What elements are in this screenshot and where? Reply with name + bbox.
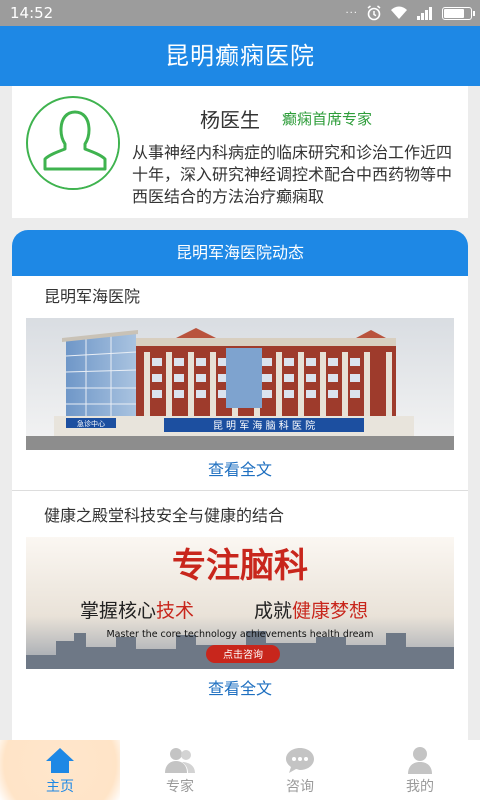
home-icon xyxy=(46,748,74,773)
tab-home-label: 主页 xyxy=(46,779,74,795)
doctor-avatar-icon xyxy=(26,96,120,190)
status-bar: 14:52 ··· xyxy=(0,0,480,26)
banner-english: Master the core technology achievements … xyxy=(106,629,373,640)
tab-profile-label: 我的 xyxy=(406,779,434,795)
read-more-link[interactable]: 查看全文 xyxy=(12,450,468,490)
status-time: 14:52 xyxy=(10,4,54,22)
doctor-card[interactable]: 杨医生 癫痫首席专家 从事神经内科病症的临床研究和诊治工作近四十年，深入研究神经… xyxy=(12,86,468,218)
alarm-icon xyxy=(367,5,381,21)
battery-icon xyxy=(442,6,475,20)
news-panel: 昆明军海医院动态 昆明军海医院 昆 明 军 海 脑 科 医 院 急诊中心 查看全… xyxy=(12,230,468,740)
tab-experts-label: 专家 xyxy=(166,779,194,795)
tab-consult-label: 咨询 xyxy=(286,779,314,795)
tab-consult[interactable]: 咨询 xyxy=(240,740,360,800)
news-item-title[interactable]: 健康之殿堂科技安全与健康的结合 xyxy=(12,495,468,537)
news-item[interactable]: 昆明军海医院 昆 明 军 海 脑 科 医 院 急诊中心 查看全文 xyxy=(12,276,468,490)
bottom-tab-bar: 主页 专家 咨询 我的 xyxy=(0,740,480,800)
divider xyxy=(12,490,468,491)
wifi-icon xyxy=(391,6,407,19)
status-icons: ··· xyxy=(345,5,475,21)
doctor-name: 杨医生 xyxy=(200,108,260,132)
page-title: 昆明癫痫医院 xyxy=(0,26,480,86)
experts-icon xyxy=(165,748,195,773)
brain-banner-image[interactable]: 专注脑科 掌握核心技术 成就健康梦想 Master the core techn… xyxy=(26,537,454,669)
tab-profile[interactable]: 我的 xyxy=(360,740,480,800)
tab-home[interactable]: 主页 xyxy=(0,740,120,800)
doctor-title: 癫痫首席专家 xyxy=(282,110,373,128)
banner-consult-label: 点击咨询 xyxy=(223,648,263,661)
doctor-description: 从事神经内科病症的临床研究和诊治工作近四十年，深入研究神经调控术配合中西药物等中… xyxy=(132,143,453,206)
news-item[interactable]: 健康之殿堂科技安全与健康的结合 专注脑科 掌握核心技术 成就健康梦想 Maste… xyxy=(12,495,468,709)
chat-icon xyxy=(286,748,314,773)
tab-experts[interactable]: 专家 xyxy=(120,740,240,800)
building-sign: 昆 明 军 海 脑 科 医 院 xyxy=(213,419,315,432)
banner-headline: 专注脑科 xyxy=(172,546,308,586)
news-item-title[interactable]: 昆明军海医院 xyxy=(12,276,468,318)
banner-slogan-b: 成就健康梦想 xyxy=(254,600,368,622)
news-section-title: 昆明军海医院动态 xyxy=(12,230,468,276)
emergency-sign: 急诊中心 xyxy=(77,419,105,428)
read-more-link[interactable]: 查看全文 xyxy=(12,669,468,709)
profile-icon xyxy=(408,747,432,774)
hospital-building-image[interactable]: 昆 明 军 海 脑 科 医 院 急诊中心 xyxy=(26,318,454,450)
more-dots-icon: ··· xyxy=(345,7,358,19)
banner-slogan-a: 掌握核心技术 xyxy=(80,600,194,622)
signal-icon xyxy=(417,7,432,20)
